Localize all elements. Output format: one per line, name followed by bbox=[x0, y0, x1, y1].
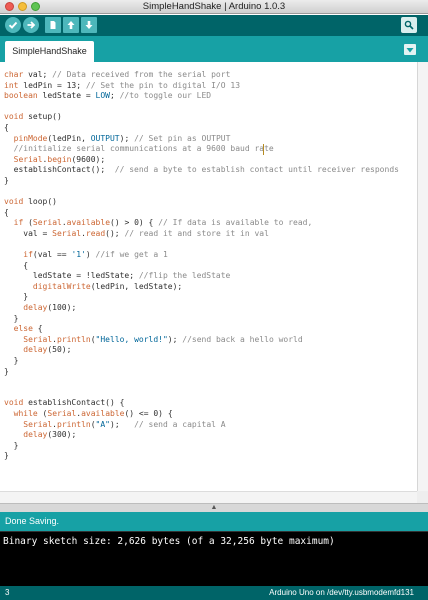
vertical-scrollbar[interactable] bbox=[417, 62, 428, 503]
toolbar bbox=[0, 15, 428, 36]
code-line[interactable]: digitalWrite(ledPin, ledState); bbox=[4, 282, 399, 293]
code-line[interactable]: void establishContact() { bbox=[4, 398, 399, 409]
scroll-corner bbox=[417, 491, 428, 503]
serial-monitor-button[interactable] bbox=[401, 17, 417, 33]
save-button[interactable] bbox=[81, 17, 97, 33]
code-line[interactable]: Serial.begin(9600); bbox=[4, 155, 399, 166]
code-line[interactable]: { bbox=[4, 261, 399, 272]
code-editor[interactable]: char val; // Data received from the seri… bbox=[0, 62, 417, 503]
code-line[interactable] bbox=[4, 102, 399, 113]
code-line[interactable] bbox=[4, 388, 399, 399]
code-line[interactable]: } bbox=[4, 367, 399, 378]
zoom-window-button[interactable] bbox=[31, 2, 40, 11]
new-button[interactable] bbox=[45, 17, 61, 33]
pane-divider[interactable]: ▲ bbox=[0, 503, 428, 512]
code-line[interactable]: delay(100); bbox=[4, 303, 399, 314]
code-line[interactable]: } bbox=[4, 314, 399, 325]
code-line[interactable]: //initialize serial communications at a … bbox=[4, 144, 399, 155]
window-title: SimpleHandShake | Arduino 1.0.3 bbox=[142, 1, 286, 12]
code-line[interactable]: if (Serial.available() > 0) { // If data… bbox=[4, 218, 399, 229]
code-line[interactable]: Serial.println("A"); // send a capital A bbox=[4, 420, 399, 431]
save-icon bbox=[85, 21, 93, 29]
code-text[interactable]: char val; // Data received from the seri… bbox=[4, 70, 399, 462]
tab-bar: SimpleHandShake bbox=[0, 36, 428, 62]
code-line[interactable]: { bbox=[4, 123, 399, 134]
chevron-down-icon bbox=[406, 47, 414, 52]
code-line[interactable]: void setup() bbox=[4, 112, 399, 123]
code-line[interactable]: } bbox=[4, 176, 399, 187]
code-line[interactable]: if(val == '1') //if we get a 1 bbox=[4, 250, 399, 261]
code-line[interactable]: void loop() bbox=[4, 197, 399, 208]
open-icon bbox=[67, 21, 75, 29]
verify-icon bbox=[8, 21, 18, 29]
collapse-arrow-icon[interactable]: ▲ bbox=[211, 504, 218, 511]
close-window-button[interactable] bbox=[5, 2, 14, 11]
tab-simplehandshake[interactable]: SimpleHandShake bbox=[5, 41, 94, 62]
new-icon bbox=[50, 21, 56, 29]
upload-icon bbox=[27, 21, 36, 29]
minimize-window-button[interactable] bbox=[18, 2, 27, 11]
console-text: Binary sketch size: 2,626 bytes (of a 32… bbox=[3, 536, 335, 547]
code-line[interactable] bbox=[4, 240, 399, 251]
magnifier-icon bbox=[404, 20, 414, 30]
code-line[interactable]: } bbox=[4, 451, 399, 462]
footer-bar: 3 Arduino Uno on /dev/tty.usbmodemfd131 bbox=[0, 586, 428, 600]
code-line[interactable]: else { bbox=[4, 324, 399, 335]
code-line[interactable]: char val; // Data received from the seri… bbox=[4, 70, 399, 81]
code-line[interactable]: establishContact(); // send a byte to es… bbox=[4, 165, 399, 176]
code-line[interactable]: } bbox=[4, 292, 399, 303]
status-bar: Done Saving. bbox=[0, 512, 428, 531]
code-line[interactable]: delay(50); bbox=[4, 345, 399, 356]
code-line[interactable]: pinMode(ledPin, OUTPUT); // Set pin as O… bbox=[4, 134, 399, 145]
status-message: Done Saving. bbox=[5, 516, 60, 526]
upload-button[interactable] bbox=[23, 17, 39, 33]
line-number: 3 bbox=[5, 588, 10, 597]
open-button[interactable] bbox=[63, 17, 79, 33]
tab-menu-button[interactable] bbox=[404, 44, 416, 55]
code-line[interactable]: delay(300); bbox=[4, 430, 399, 441]
code-line[interactable]: } bbox=[4, 356, 399, 367]
code-line[interactable] bbox=[4, 377, 399, 388]
code-line[interactable]: Serial.println("Hello, world!"); //send … bbox=[4, 335, 399, 346]
console-output: Binary sketch size: 2,626 bytes (of a 32… bbox=[0, 531, 428, 586]
window-titlebar: SimpleHandShake | Arduino 1.0.3 bbox=[0, 0, 428, 14]
code-line[interactable]: val = Serial.read(); // read it and stor… bbox=[4, 229, 399, 240]
code-line[interactable]: ledState = !ledState; //flip the ledStat… bbox=[4, 271, 399, 282]
code-line[interactable] bbox=[4, 187, 399, 198]
code-line[interactable]: while (Serial.available() <= 0) { bbox=[4, 409, 399, 420]
horizontal-scrollbar[interactable] bbox=[0, 491, 417, 503]
board-info: Arduino Uno on /dev/tty.usbmodemfd131 bbox=[269, 588, 414, 597]
verify-button[interactable] bbox=[5, 17, 21, 33]
code-line[interactable]: boolean ledState = LOW; //to toggle our … bbox=[4, 91, 399, 102]
text-cursor bbox=[263, 144, 264, 155]
code-line[interactable]: } bbox=[4, 441, 399, 452]
code-line[interactable]: { bbox=[4, 208, 399, 219]
code-line[interactable]: int ledPin = 13; // Set the pin to digit… bbox=[4, 81, 399, 92]
